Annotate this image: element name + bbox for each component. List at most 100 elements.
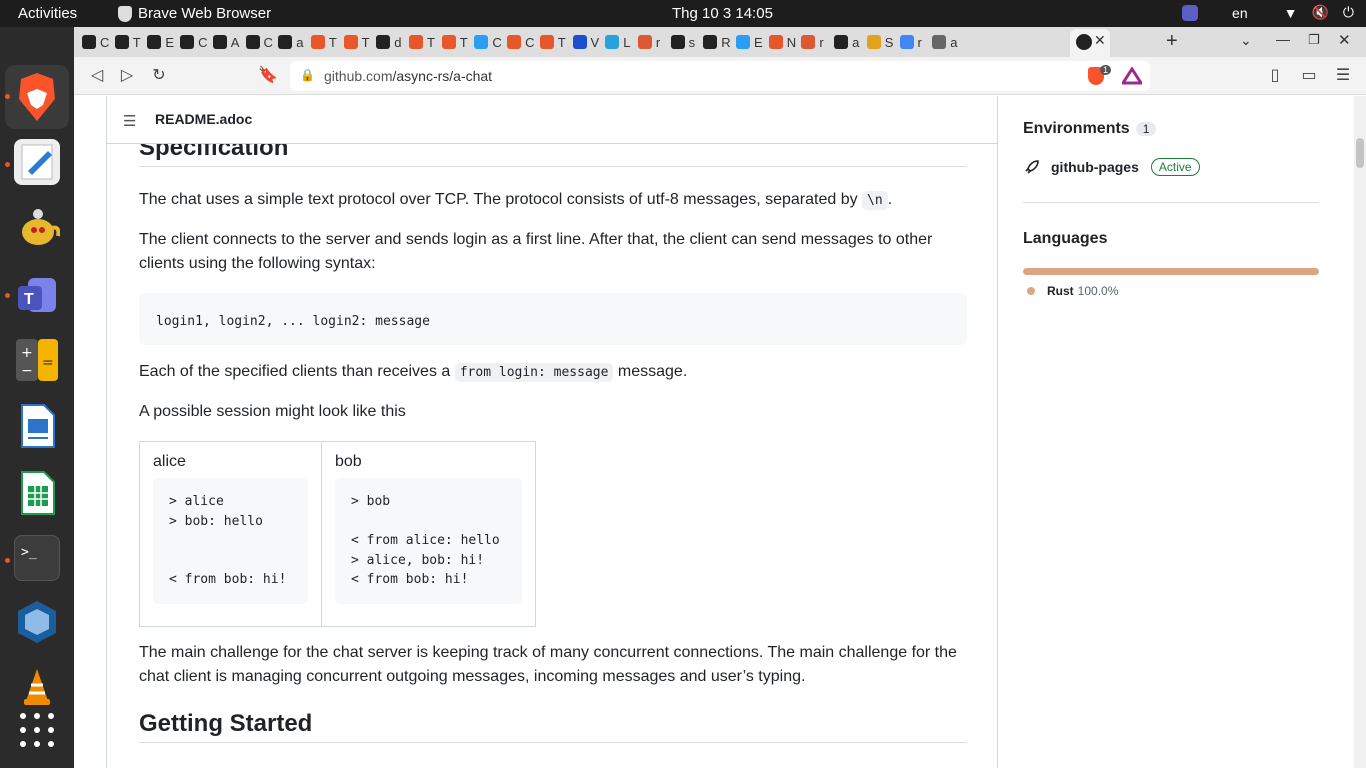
address-bar[interactable]: 🔒 github.com/async-rs/a-chat	[290, 61, 1150, 91]
navigation-bar: ◁ ▷ ↻ 🔖 🔒 github.com/async-rs/a-chat 1 ▯…	[74, 57, 1366, 95]
tab-favicon-icon	[343, 35, 358, 49]
browser-tab[interactable]: S	[866, 32, 893, 52]
tab-title: a	[852, 34, 860, 50]
terminal-icon[interactable]: >_	[14, 535, 60, 581]
browser-tab[interactable]: C	[82, 32, 109, 52]
forward-icon[interactable]: ▷	[118, 67, 136, 85]
system-tray[interactable]: en ▼ 🔇 ⏻	[1182, 4, 1354, 21]
browser-tab[interactable]: s	[670, 32, 695, 52]
browser-tab[interactable]: L	[605, 32, 630, 52]
p3-text: Each of the specified clients than recei…	[139, 363, 455, 380]
tab-favicon-icon	[310, 35, 325, 49]
browser-tab[interactable]: C	[180, 32, 207, 52]
tab-title: E	[754, 34, 763, 50]
virtualbox-icon[interactable]	[14, 599, 60, 645]
scrollbar-thumb[interactable]	[1356, 138, 1364, 168]
new-tab-button[interactable]: +	[1166, 30, 1178, 53]
brave-rewards-icon[interactable]	[1122, 67, 1142, 85]
browser-tab[interactable]: T	[114, 32, 141, 52]
calculator-icon[interactable]: + − =	[14, 337, 60, 383]
back-icon[interactable]: ◁	[88, 67, 106, 85]
environments-title[interactable]: Environments 1	[1023, 120, 1157, 138]
tab-title: C	[263, 34, 273, 50]
tab-favicon-icon	[507, 35, 522, 49]
svg-text:=: =	[42, 355, 54, 371]
teams-dock-icon[interactable]: T	[14, 272, 60, 318]
reload-icon[interactable]: ↻	[150, 67, 168, 85]
browser-tab[interactable]: V	[572, 32, 599, 52]
teapot-app-icon[interactable]	[14, 204, 61, 250]
volume-icon: 🔇	[1311, 4, 1329, 20]
tab-title: C	[100, 34, 110, 50]
tab-title: T	[361, 34, 370, 50]
url-path: /async-rs/a-chat	[392, 68, 493, 84]
browser-tab[interactable]: C	[245, 32, 273, 52]
browser-tab[interactable]: C	[474, 32, 502, 52]
wallet-icon[interactable]: ▭	[1300, 67, 1318, 85]
browser-tab[interactable]: a	[834, 32, 859, 52]
p3-end: message.	[613, 363, 688, 380]
browser-tab[interactable]: r	[801, 32, 824, 52]
running-dot	[5, 558, 10, 563]
browser-tab[interactable]: a	[278, 32, 303, 52]
readme-filename[interactable]: README.adoc	[155, 111, 252, 127]
vlc-icon[interactable]	[14, 663, 60, 709]
lock-icon: 🔒	[300, 68, 315, 82]
browser-tab[interactable]: r	[899, 32, 922, 52]
language-percent: 100.0%	[1077, 284, 1119, 298]
browser-tab[interactable]: R	[703, 32, 731, 52]
sidebar-toggle-icon[interactable]: ▯	[1266, 67, 1284, 85]
browser-tab[interactable]: T	[539, 32, 566, 52]
tab-favicon-icon	[212, 35, 227, 49]
browser-tab[interactable]: r	[637, 32, 660, 52]
tab-favicon-icon	[180, 35, 195, 49]
tab-title: T	[427, 34, 435, 50]
app-menu[interactable]: Brave Web Browser	[118, 5, 271, 22]
browser-tab[interactable]: d	[376, 32, 402, 52]
tab-close-icon[interactable]: ✕	[1094, 32, 1106, 49]
show-apps-icon[interactable]	[14, 707, 60, 753]
environment-name[interactable]: github-pages	[1051, 159, 1139, 175]
bookmark-icon[interactable]: 🔖	[258, 67, 278, 85]
code-block-syntax: login1, login2, ... login2: message	[139, 293, 967, 345]
tab-favicon-icon	[834, 35, 849, 49]
browser-tab[interactable]: A	[212, 32, 239, 52]
power-icon: ⏻	[1342, 4, 1354, 20]
outline-list-icon[interactable]: ☰	[123, 112, 136, 130]
brave-dock-icon[interactable]	[5, 65, 69, 129]
page-scrollbar[interactable]	[1354, 96, 1366, 768]
text-editor-icon[interactable]	[14, 139, 60, 185]
tab-list-chevron-icon[interactable]: ⌄	[1240, 32, 1252, 49]
writer-icon[interactable]	[14, 403, 60, 449]
tab-title: r	[917, 34, 922, 50]
clock[interactable]: Thg 10 3 14:05	[672, 5, 773, 22]
running-dot	[5, 94, 10, 99]
environment-item[interactable]: github-pages Active	[1023, 158, 1200, 176]
browser-tab[interactable]: C	[507, 32, 534, 52]
maximize-button[interactable]: ❐	[1308, 32, 1320, 48]
browser-tab[interactable]: E	[736, 32, 763, 52]
running-dot	[5, 162, 10, 167]
browser-tab[interactable]: T	[441, 32, 468, 52]
shields-count-badge: 1	[1100, 65, 1112, 75]
menu-icon[interactable]: ☰	[1334, 67, 1352, 85]
minimize-button[interactable]: —	[1276, 31, 1290, 47]
browser-tab[interactable]: T	[310, 32, 337, 52]
language-name: Rust	[1047, 284, 1074, 298]
tab-favicon-icon	[637, 35, 652, 49]
browser-tab[interactable]: T	[343, 32, 370, 52]
activities-button[interactable]: Activities	[18, 5, 77, 22]
language-indicator[interactable]: en	[1232, 5, 1248, 21]
tab-favicon-icon	[441, 35, 456, 49]
browser-tab[interactable]: a	[932, 32, 957, 52]
close-window-button[interactable]: ✕	[1338, 31, 1351, 49]
session-table: alice > alice > bob: hello < from bob: h…	[139, 441, 536, 627]
calc-spreadsheet-icon[interactable]	[14, 470, 60, 516]
browser-tab[interactable]: T	[409, 32, 435, 52]
browser-tab[interactable]: E	[147, 32, 174, 52]
brave-small-icon	[118, 5, 132, 22]
bob-log: > bob < from alice: hello > alice, bob: …	[335, 478, 522, 604]
browser-tab[interactable]: N	[768, 32, 796, 52]
language-item[interactable]: Rust 100.0%	[1027, 284, 1118, 298]
paragraph-receive: Each of the specified clients than recei…	[139, 360, 967, 385]
